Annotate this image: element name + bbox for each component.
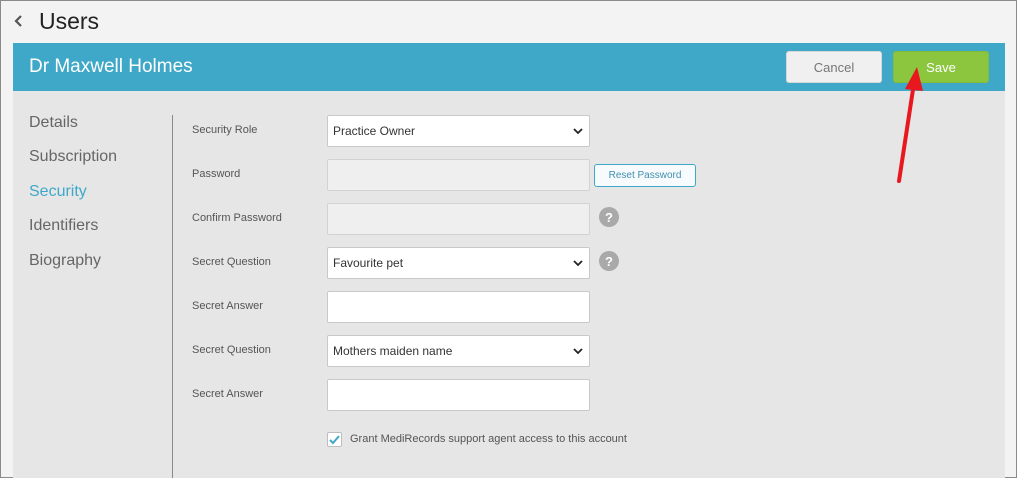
grant-access-checkbox[interactable] [327,432,342,447]
secret-question-2-value: Mothers maiden name [333,344,453,358]
confirm-password-label: Confirm Password [192,212,282,224]
secret-question-1-value: Favourite pet [333,256,404,270]
checkmark-icon [329,435,340,445]
secret-question-1-label: Secret Question [192,256,271,268]
side-nav: Details Subscription Security Identifier… [13,91,173,478]
user-name: Dr Maxwell Holmes [29,56,193,77]
sidebar-item-identifiers[interactable]: Identifiers [29,217,98,235]
user-header-bar: Dr Maxwell Holmes Cancel Save [13,43,1005,91]
help-icon[interactable]: ? [599,207,619,227]
chevron-left-icon[interactable] [13,12,25,30]
chevron-down-icon [573,348,583,355]
secret-question-2-label: Secret Question [192,344,271,356]
page-header: Users [1,1,1016,43]
reset-password-button[interactable]: Reset Password [594,164,696,187]
security-role-select[interactable]: Practice Owner [327,115,590,147]
secret-answer-2-label: Secret Answer [192,388,263,400]
secret-answer-1-input[interactable] [327,291,590,323]
secret-answer-1-label: Secret Answer [192,300,263,312]
sidebar-item-security[interactable]: Security [29,183,87,201]
confirm-password-field[interactable] [327,203,590,235]
grant-access-label: Grant MediRecords support agent access t… [350,433,627,445]
main-content: Details Subscription Security Identifier… [13,91,1005,478]
secret-question-2-select[interactable]: Mothers maiden name [327,335,590,367]
sidebar-item-details[interactable]: Details [29,114,78,132]
secret-question-1-select[interactable]: Favourite pet [327,247,590,279]
security-role-label: Security Role [192,124,258,136]
vertical-divider [172,115,173,478]
security-role-value: Practice Owner [333,124,416,138]
page-title: Users [39,8,100,34]
save-button[interactable]: Save [893,51,989,83]
chevron-down-icon [573,260,583,267]
cancel-button[interactable]: Cancel [786,51,882,83]
sidebar-item-biography[interactable]: Biography [29,252,101,270]
help-icon[interactable]: ? [599,251,619,271]
password-label: Password [192,168,241,180]
app-frame: Users Dr Maxwell Holmes Cancel Save Deta… [0,0,1017,478]
secret-answer-2-input[interactable] [327,379,590,411]
sidebar-item-subscription[interactable]: Subscription [29,148,117,166]
chevron-down-icon [573,128,583,135]
password-field[interactable] [327,159,590,191]
